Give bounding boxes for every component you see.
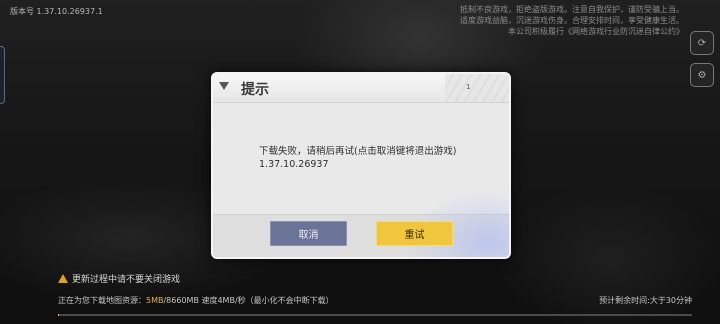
dialog-title: 提示 <box>241 82 269 98</box>
health-notice-line: 适度游戏益脑，沉迷游戏伤身。合理安排时间，享受健康生活。 <box>460 16 684 25</box>
download-size: 5MB <box>146 296 164 305</box>
update-warning: 更新过程中请不要关闭游戏 <box>58 272 180 285</box>
dialog-message-line: 下载失败，请稍后再试(点击取消键将退出游戏) <box>259 146 457 157</box>
repair-icon: ⟳ <box>697 37 707 49</box>
pin-icon <box>219 82 229 90</box>
page-indicator: 1 <box>466 83 471 91</box>
health-notice-line: 抵制不良游戏，拒绝盗版游戏。注意自我保护，谨防受骗上当。 <box>460 5 684 14</box>
cancel-button[interactable]: 取消 <box>270 221 347 246</box>
version-label: 版本号 1.37.10.26937.1 <box>10 7 103 16</box>
update-warning-text: 更新过程中请不要关闭游戏 <box>72 275 181 285</box>
health-notice-line: 本公司积极履行《网络游戏行业防沉迷自律公约》 <box>508 27 684 36</box>
repair-button[interactable]: ⟳ <box>690 31 714 55</box>
warning-icon <box>58 274 68 283</box>
remaining-time: 预计剩余时间:大于30分钟 <box>599 296 692 305</box>
settings-button[interactable]: ⚙ <box>690 63 714 87</box>
download-total: /8660MB 速度4MB/秒（最小化不会中断下载） <box>163 296 334 305</box>
dialog-version-line: 1.37.10.26937 <box>259 159 329 170</box>
health-notice: 抵制不良游戏，拒绝盗版游戏。注意自我保护，谨防受骗上当。 适度游戏益脑，沉迷游戏… <box>394 4 684 37</box>
download-progress-fill <box>58 314 59 316</box>
download-progress-bar <box>58 314 692 316</box>
dialog-message: 下载失败，请稍后再试(点击取消键将退出游戏) 1.37.10.26937 <box>259 145 456 171</box>
download-failed-dialog: 提示 1 下载失败，请稍后再试(点击取消键将退出游戏) 1.37.10.2693… <box>211 72 511 259</box>
settings-icon: ⚙ <box>697 69 707 81</box>
dialog-header: 提示 1 <box>213 74 509 103</box>
retry-button[interactable]: 重试 <box>376 221 453 246</box>
download-prefix: 正在为您下载地图资源： <box>58 296 146 305</box>
header-decoration <box>445 74 509 102</box>
left-drawer-tab[interactable] <box>0 46 5 104</box>
download-status: 正在为您下载地图资源：5MB/8660MB 速度4MB/秒（最小化不会中断下载） <box>58 295 334 306</box>
